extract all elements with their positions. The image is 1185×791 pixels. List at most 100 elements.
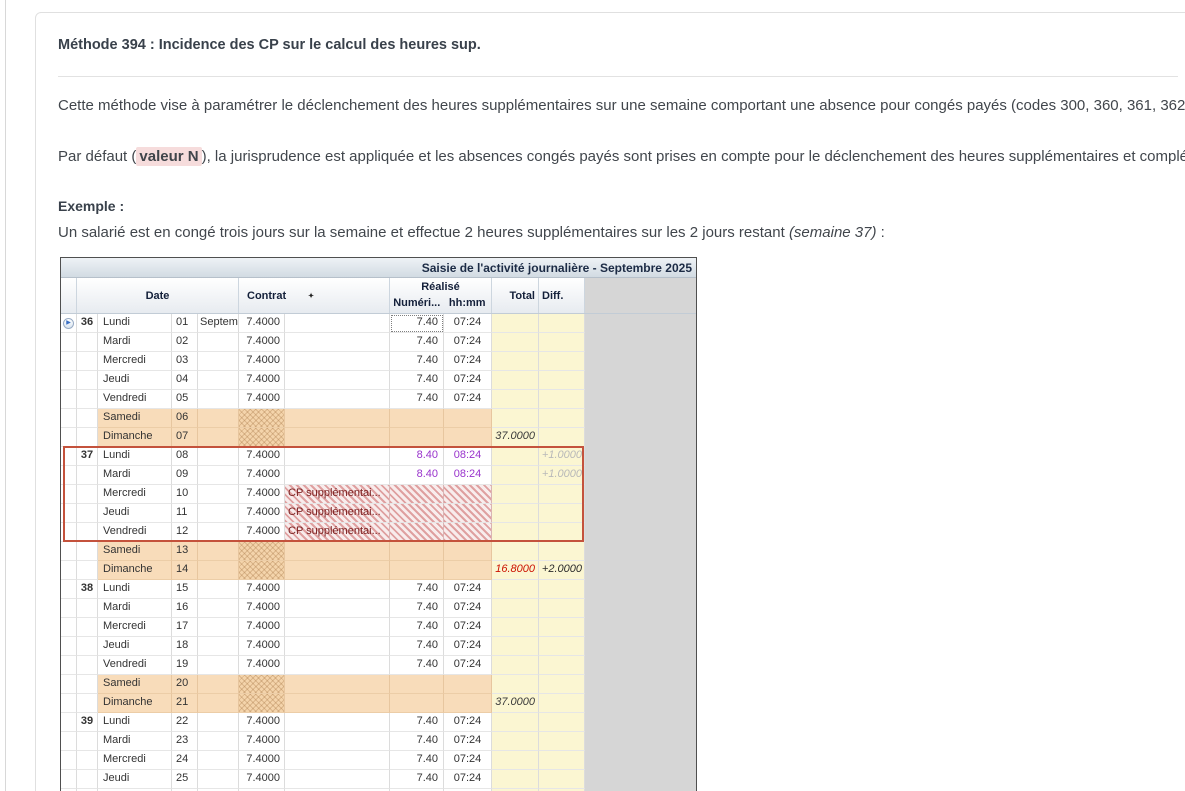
table-row[interactable]: Jeudi 11 7.4000 CP supplémentai...	[61, 504, 696, 523]
week-number	[77, 409, 98, 428]
day-name: Mercredi	[98, 751, 172, 770]
header-diff[interactable]: Diff.	[539, 278, 585, 313]
header-contrat[interactable]: Contrat ✦	[239, 278, 390, 313]
realized-numeric: 7.40	[390, 751, 444, 770]
row-expand-cell	[61, 580, 77, 599]
week-number: 36	[77, 314, 98, 333]
row-expand-cell	[61, 599, 77, 618]
table-row[interactable]: Jeudi 18 7.4000 7.40 07:24	[61, 637, 696, 656]
row-expand-cell	[61, 561, 77, 580]
contrat-sort-icon[interactable]: ✦	[308, 292, 314, 300]
total-value	[492, 656, 539, 675]
contract-hours: 7.4000	[239, 504, 285, 523]
absence-label	[285, 333, 390, 352]
header-date[interactable]: Date	[77, 278, 239, 313]
table-row[interactable]: ▶36Lundi01Septembre7.4000 7.4007:24	[61, 314, 696, 333]
filler-cell	[585, 580, 696, 599]
table-row[interactable]: Mercredi 17 7.4000 7.40 07:24	[61, 618, 696, 637]
contract-hours	[239, 675, 285, 694]
table-row[interactable]: Dimanche 21 37.0000	[61, 694, 696, 713]
month-name	[198, 751, 239, 770]
table-row[interactable]: 38 Lundi 15 7.4000 7.40 07:24	[61, 580, 696, 599]
month-name	[198, 504, 239, 523]
realized-hhmm	[444, 694, 492, 713]
table-row[interactable]: Mercredi 03 7.4000 7.40 07:24	[61, 352, 696, 371]
table-row[interactable]: Mardi 16 7.4000 7.40 07:24	[61, 599, 696, 618]
table-row[interactable]: Dimanche 14 16.8000 +2.0000	[61, 561, 696, 580]
table-row[interactable]: 39 Lundi 22 7.4000 7.40 07:24	[61, 713, 696, 732]
activity-grid: Saisie de l'activité journalière - Septe…	[60, 257, 697, 791]
day-name: Lundi	[98, 314, 172, 333]
realized-hhmm: 08:24	[444, 447, 492, 466]
week-number	[77, 770, 98, 789]
table-row[interactable]: Samedi 13	[61, 542, 696, 561]
filler-cell	[585, 428, 696, 447]
realized-numeric	[390, 523, 444, 542]
documentation-page: Méthode 394 : Incidence des CP sur le ca…	[0, 0, 1185, 791]
page-title: Méthode 394 : Incidence des CP sur le ca…	[58, 37, 481, 53]
table-row[interactable]: Mardi 09 7.4000 8.40 08:24 +1.0000	[61, 466, 696, 485]
week-number: 39	[77, 713, 98, 732]
absence-label	[285, 371, 390, 390]
total-value	[492, 713, 539, 732]
realized-hhmm: 07:24	[444, 599, 492, 618]
total-value	[492, 542, 539, 561]
day-name: Lundi	[98, 447, 172, 466]
table-row[interactable]: Mercredi 10 7.4000 CP supplémentai...	[61, 485, 696, 504]
header-numerique[interactable]: Numéri...	[390, 295, 443, 313]
day-name: Mardi	[98, 333, 172, 352]
table-row[interactable]: Dimanche 07 37.0000	[61, 428, 696, 447]
total-value	[492, 599, 539, 618]
expand-row-icon[interactable]: ▶	[63, 317, 74, 329]
table-row[interactable]: Vendredi 12 7.4000 CP supplémentai...	[61, 523, 696, 542]
day-number: 06	[172, 409, 198, 428]
filler-cell	[585, 656, 696, 675]
filler-cell	[585, 561, 696, 580]
month-name	[198, 485, 239, 504]
month-name: Septembre	[198, 314, 239, 333]
day-number: 22	[172, 713, 198, 732]
month-name	[198, 523, 239, 542]
header-total[interactable]: Total	[492, 278, 539, 313]
total-value	[492, 447, 539, 466]
table-row[interactable]: Mardi 02 7.4000 7.40 07:24	[61, 333, 696, 352]
contract-hours	[239, 409, 285, 428]
realized-hhmm	[444, 485, 492, 504]
table-row[interactable]: Vendredi 19 7.4000 7.40 07:24	[61, 656, 696, 675]
week-number	[77, 637, 98, 656]
realized-numeric	[390, 542, 444, 561]
header-realise-subrow: Numéri... hh:mm	[390, 295, 491, 313]
table-row[interactable]: Samedi 20	[61, 675, 696, 694]
day-name: Jeudi	[98, 637, 172, 656]
table-row[interactable]: 37 Lundi 08 7.4000 8.40 08:24 +1.0000	[61, 447, 696, 466]
contract-hours: 7.4000	[239, 656, 285, 675]
table-row[interactable]: Samedi 06	[61, 409, 696, 428]
filler-cell	[585, 618, 696, 637]
realized-numeric: 8.40	[390, 447, 444, 466]
default-paragraph-suffix: ), la jurisprudence est appliquée et les…	[201, 148, 1185, 165]
filler-cell	[585, 675, 696, 694]
absence-label: CP supplémentai...	[285, 485, 390, 504]
month-name	[198, 447, 239, 466]
total-value	[492, 675, 539, 694]
table-row[interactable]: Vendredi 05 7.4000 7.40 07:24	[61, 390, 696, 409]
realized-numeric: 7.40	[390, 371, 444, 390]
diff-value	[539, 504, 585, 523]
day-number: 23	[172, 732, 198, 751]
total-value	[492, 333, 539, 352]
table-row[interactable]: Jeudi 25 7.4000 7.40 07:24	[61, 770, 696, 789]
table-row[interactable]: Mercredi 24 7.4000 7.40 07:24	[61, 751, 696, 770]
contract-hours	[239, 694, 285, 713]
total-value: 37.0000	[492, 694, 539, 713]
contract-hours: 7.4000	[239, 770, 285, 789]
month-name	[198, 618, 239, 637]
realized-hhmm	[444, 409, 492, 428]
header-hhmm[interactable]: hh:mm	[443, 295, 491, 313]
total-value	[492, 523, 539, 542]
table-row[interactable]: Jeudi 04 7.4000 7.40 07:24	[61, 371, 696, 390]
diff-value	[539, 694, 585, 713]
row-expand-cell	[61, 732, 77, 751]
day-name: Mercredi	[98, 618, 172, 637]
week-number	[77, 466, 98, 485]
table-row[interactable]: Mardi 23 7.4000 7.40 07:24	[61, 732, 696, 751]
